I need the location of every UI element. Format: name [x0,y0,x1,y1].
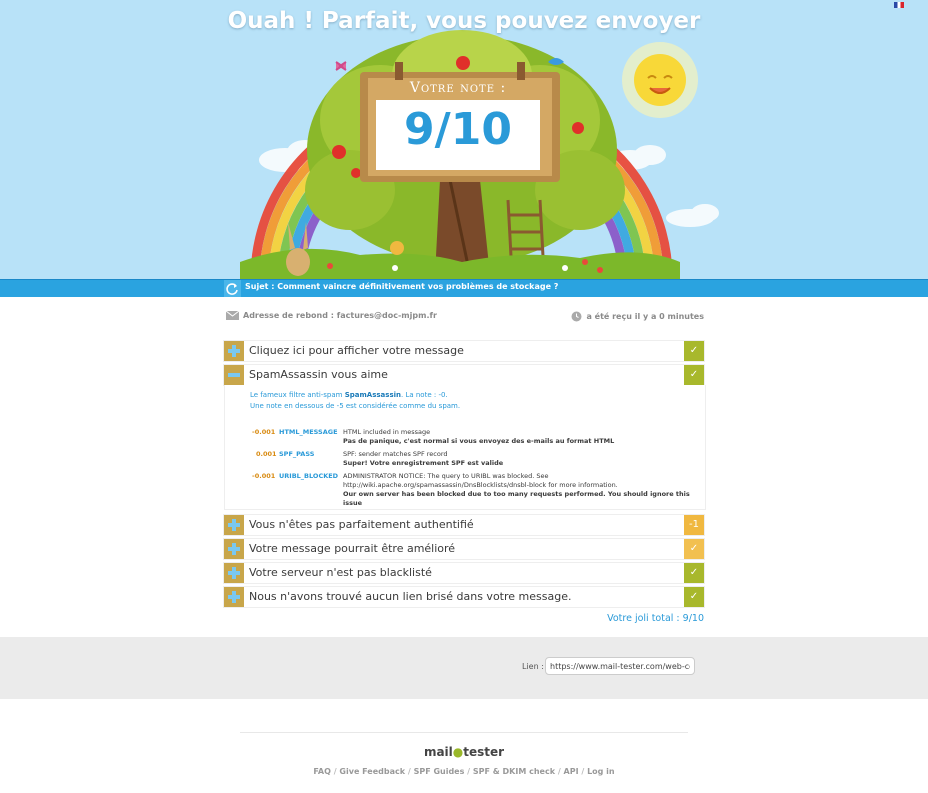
check-row-broken-links[interactable]: Nous n'avons trouvé aucun lien brisé dan… [224,587,704,607]
logo-part-b: tester [463,745,505,759]
spamassassin-intro: Le fameux filtre anti-spam SpamAssassin.… [250,390,460,412]
check-label: Vous n'êtes pas parfaitement authentifié [249,518,474,531]
rule-note: Our own server has been blocked due to t… [343,490,690,507]
footer-link-spf-dkim[interactable]: SPF & DKIM check [473,767,555,776]
refresh-icon [226,283,238,295]
envelope-icon [225,310,240,320]
collapse-icon[interactable] [224,365,244,385]
check-ok-icon: ✓ [684,587,704,607]
rule-note: Super! Votre enregistrement SPF est vali… [343,459,504,467]
sign-caption: Votre note : [409,80,507,96]
language-flag-icon[interactable] [894,2,904,8]
check-warning-icon: ✓ [684,539,704,559]
check-ok-icon: ✓ [684,563,704,583]
rule-description: ADMINISTRATOR NOTICE: The query to URIBL… [343,472,549,480]
rule-name: SPF_PASS [279,450,315,458]
rule-name: HTML_MESSAGE [279,428,338,436]
check-label: Votre serveur n'est pas blacklisté [249,566,432,579]
check-row-improvement[interactable]: Votre message pourrait être amélioré ✓ [224,539,704,559]
rule-score: -0.001 [252,472,276,480]
hero-banner: Votre note : 9/10 Ouah ! Parfait, vous p… [0,0,928,280]
footer-divider [240,732,688,733]
footer-link-login[interactable]: Log in [587,767,615,776]
footer-link-faq[interactable]: FAQ [313,767,331,776]
received-time-text: a été reçu il y a 0 minutes [586,312,704,321]
footer-link-feedback[interactable]: Give Feedback [339,767,405,776]
check-row-blacklist[interactable]: Votre serveur n'est pas blacklisté ✓ [224,563,704,583]
refresh-button[interactable] [224,280,241,297]
share-link-input[interactable] [545,657,695,675]
check-row-spamassassin[interactable]: SpamAssassin vous aime ✓ [224,365,704,385]
subject-text: Sujet : Comment vaincre définitivement v… [245,282,559,291]
spamassassin-details: Le fameux filtre anti-spam SpamAssassin.… [224,385,706,510]
rule-score: -0.001 [252,428,276,436]
intro-threshold-text: Une note en dessous de -5 est considérée… [250,402,461,410]
expand-icon[interactable] [224,341,244,361]
logo-part-a: mail [423,745,453,759]
intro-score-text: . La note : -0. [401,391,448,399]
link-label: Lien : [522,662,544,671]
expand-icon[interactable] [224,587,244,607]
rule-name: URIBL_BLOCKED [279,472,339,480]
clock-icon [571,311,582,322]
footer-link-api[interactable]: API [564,767,579,776]
check-row-authentication[interactable]: Vous n'êtes pas parfaitement authentifié… [224,515,704,535]
check-label: SpamAssassin vous aime [249,368,388,381]
spamassassin-name: SpamAssassin [344,391,401,399]
share-link-band [0,637,928,699]
rule-description-link[interactable]: http://wiki.apache.org/spamassassin/DnsB… [343,481,618,490]
expand-icon[interactable] [224,563,244,583]
score-display: 9/10 [404,104,512,155]
footer-links: FAQ / Give Feedback / SPF Guides / SPF &… [313,767,615,776]
subject-bar: Sujet : Comment vaincre définitivement v… [0,279,928,297]
check-label: Cliquez ici pour afficher votre message [249,344,464,357]
rule-score: 0.001 [256,450,277,458]
leaf-icon: ● [452,745,464,759]
check-label: Nous n'avons trouvé aucun lien brisé dan… [249,590,572,603]
rule-description: SPF: sender matches SPF record [343,450,448,458]
rule-description: HTML included in message [343,428,431,436]
page-title: Ouah ! Parfait, vous pouvez envoyer [227,8,701,34]
check-label: Votre message pourrait être amélioré [249,542,456,555]
bounce-address: Adresse de rebond : factures@doc-mjpm.fr [225,310,437,320]
expand-icon[interactable] [224,515,244,535]
intro-text: Le fameux filtre anti-spam [250,391,343,399]
total-score: Votre joli total : 9/10 [607,613,704,624]
bounce-address-text: Adresse de rebond : factures@doc-mjpm.fr [243,311,437,320]
rule-note: Pas de panique, c'est normal si vous env… [343,437,615,445]
check-ok-icon: ✓ [684,365,704,385]
check-ok-icon: ✓ [684,341,704,361]
expand-icon[interactable] [224,539,244,559]
check-penalty-badge: -1 [684,515,704,535]
check-row-view-message[interactable]: Cliquez ici pour afficher votre message … [224,341,704,361]
footer-link-spf-guides[interactable]: SPF Guides [414,767,465,776]
mail-tester-logo[interactable]: mail●tester [0,745,928,759]
received-time: a été reçu il y a 0 minutes [571,311,704,322]
